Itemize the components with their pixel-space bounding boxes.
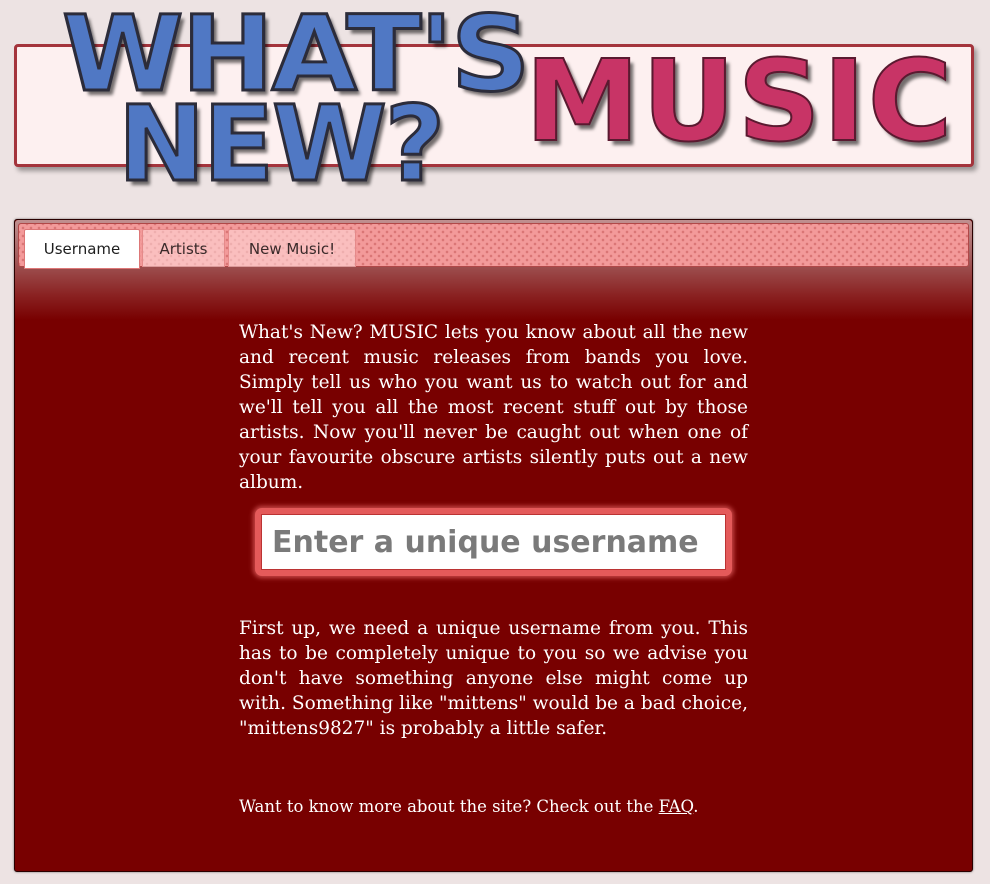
logo-new-text: NEW?	[116, 83, 446, 205]
username-input-frame	[255, 508, 732, 576]
logo-music-text: MUSIC	[524, 37, 955, 167]
username-input[interactable]	[261, 514, 726, 570]
username-explanation: First up, we need a unique username from…	[239, 618, 748, 739]
tab-bar: Username Artists New Music!	[18, 223, 969, 269]
faq-suffix: .	[693, 797, 699, 816]
faq-prefix: Want to know more about the site? Check …	[239, 797, 659, 816]
faq-line: Want to know more about the site? Check …	[239, 796, 699, 818]
faq-link[interactable]: FAQ	[659, 797, 694, 816]
tab-username[interactable]: Username	[24, 229, 140, 269]
tab-new-music[interactable]: New Music!	[228, 229, 356, 267]
intro-paragraph: What's New? MUSIC lets you know about al…	[239, 322, 748, 493]
tab-artists[interactable]: Artists	[142, 229, 225, 267]
main-panel: Username Artists New Music! What's New? …	[14, 219, 973, 872]
